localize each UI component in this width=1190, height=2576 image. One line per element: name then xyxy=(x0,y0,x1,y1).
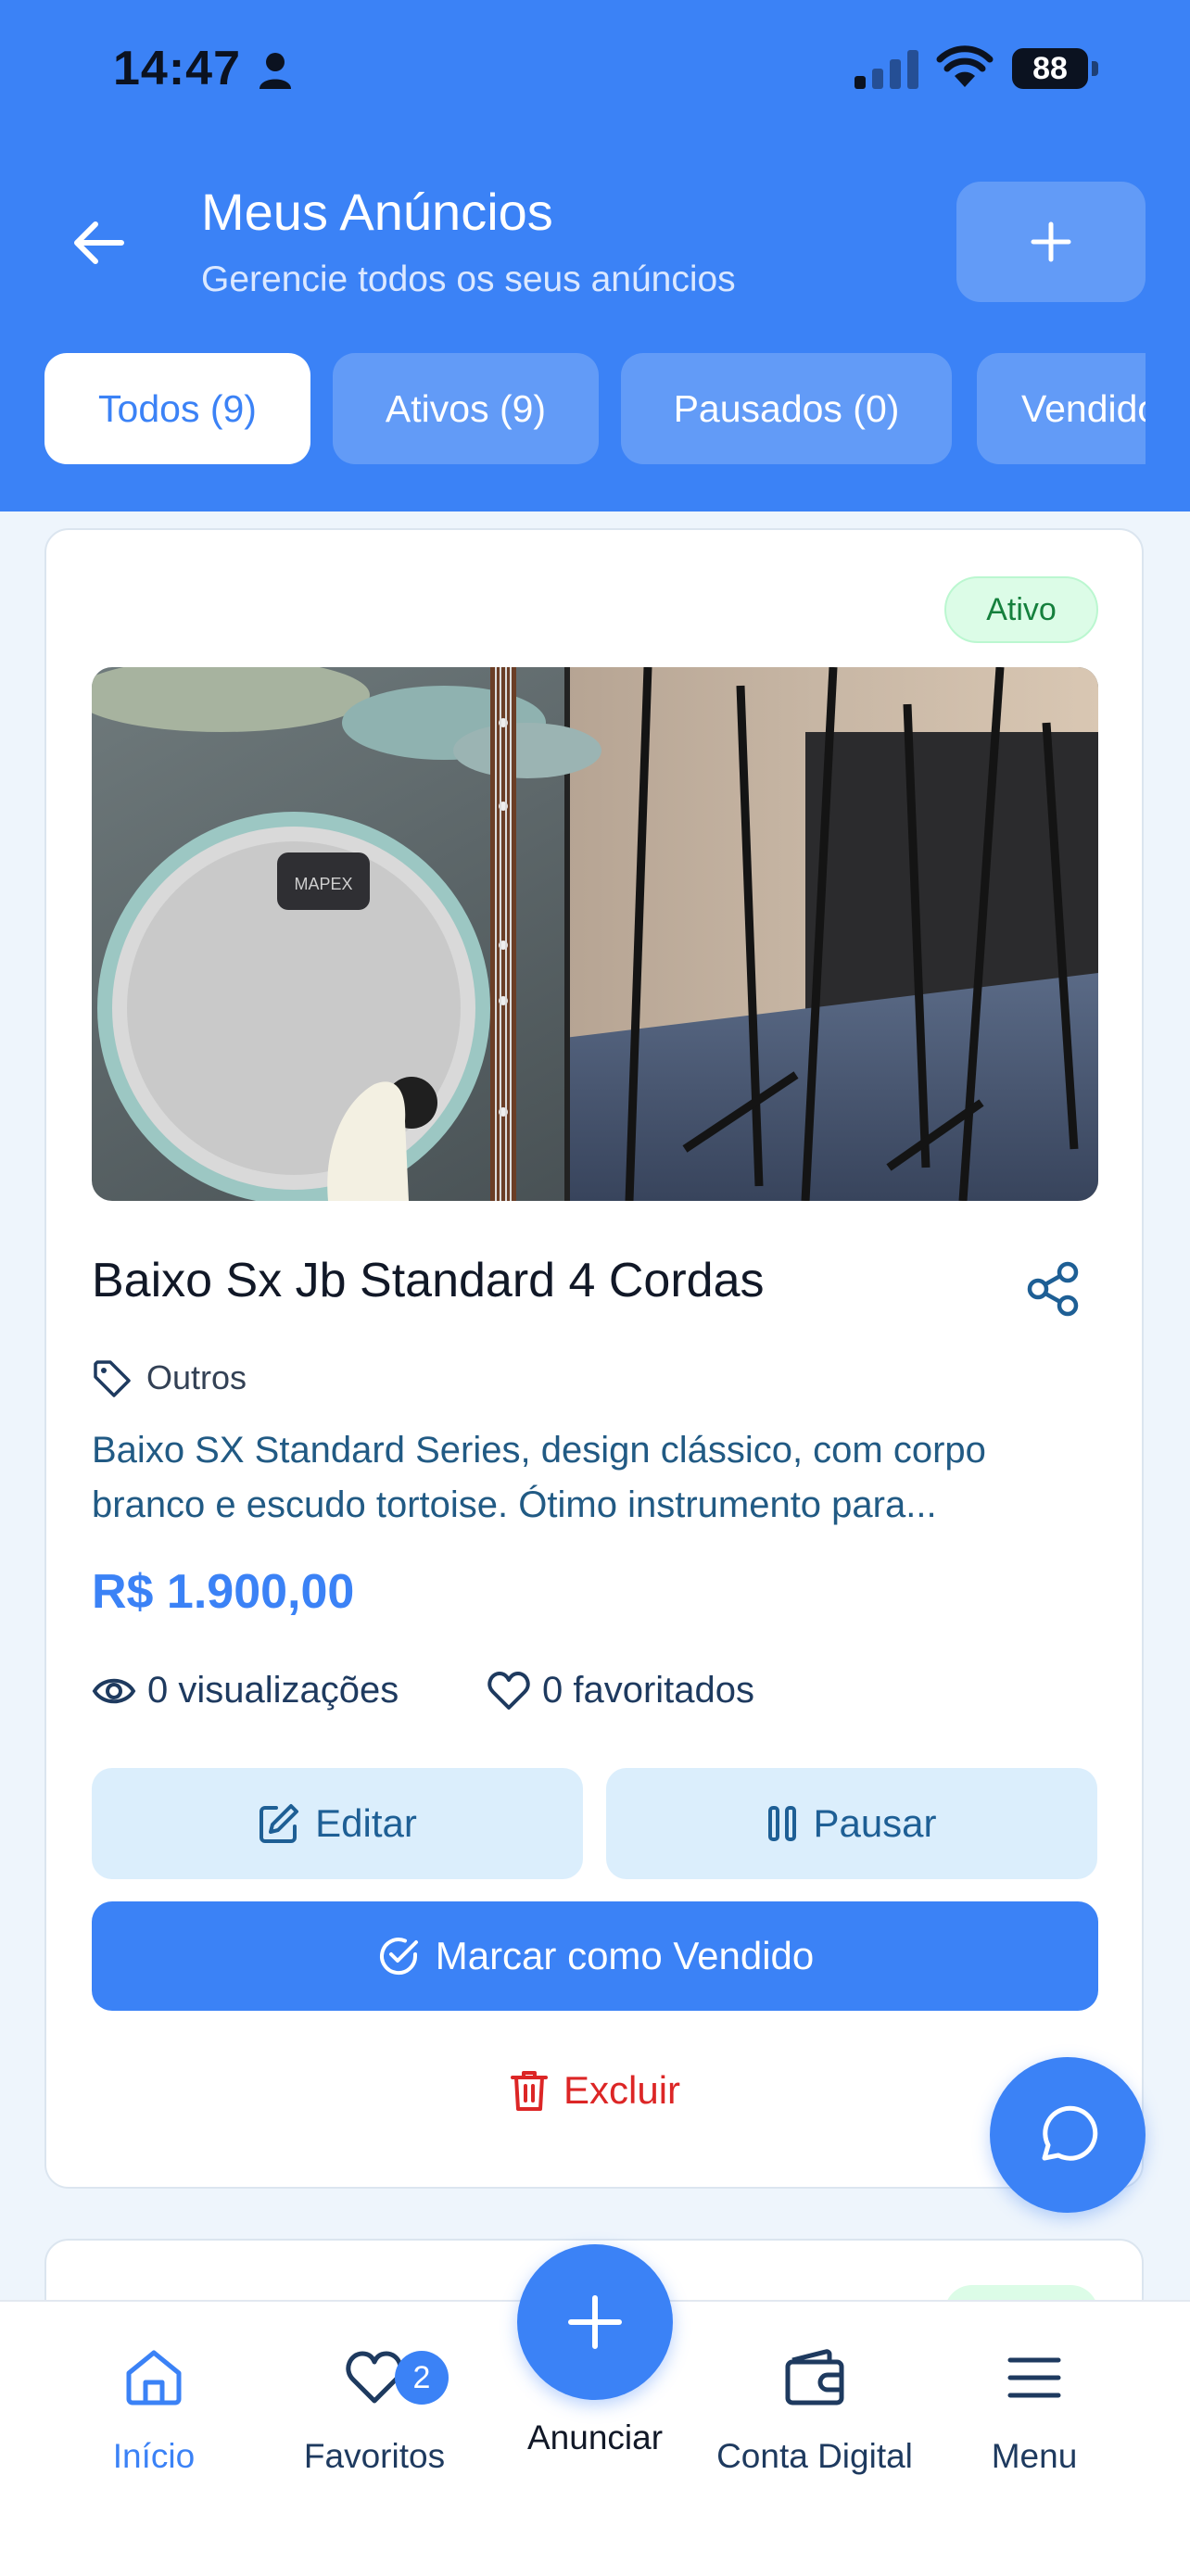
chat-icon xyxy=(1042,2105,1098,2161)
tab-ativos[interactable]: Ativos (9) xyxy=(333,353,599,464)
pause-label: Pausar xyxy=(813,1801,937,1845)
back-button[interactable] xyxy=(61,206,135,280)
arrow-left-icon xyxy=(74,221,124,264)
page-title: Meus Anúncios xyxy=(201,183,553,241)
favorites-count-badge: 2 xyxy=(395,2351,449,2405)
nav-conta-digital[interactable]: Conta Digital xyxy=(713,2335,917,2476)
share-icon[interactable] xyxy=(1025,1260,1082,1318)
plus-icon xyxy=(1031,221,1071,262)
signal-icon xyxy=(855,48,918,89)
home-icon xyxy=(126,2350,182,2406)
announce-button[interactable] xyxy=(517,2244,673,2400)
drum-logo: MAPEX xyxy=(294,875,352,893)
nav-inicio-label: Início xyxy=(112,2437,196,2475)
nav-conta-label: Conta Digital xyxy=(716,2437,913,2475)
filter-tabs: Todos (9) Ativos (9) Pausados (0) Vendid… xyxy=(44,353,1146,464)
status-badge: Ativo xyxy=(944,576,1098,643)
add-listing-button[interactable] xyxy=(956,182,1146,302)
pause-icon xyxy=(768,1806,797,1841)
nav-menu[interactable]: Menu xyxy=(932,2335,1136,2476)
favorites-count: 0 favoritados xyxy=(542,1670,755,1711)
tab-vendidos[interactable]: Vendidos xyxy=(977,353,1146,464)
mark-sold-button[interactable]: Marcar como Vendido xyxy=(92,1901,1098,2011)
edit-label: Editar xyxy=(315,1801,417,1845)
edit-icon xyxy=(260,1804,299,1843)
nav-favoritos[interactable]: 2 Favoritos xyxy=(272,2335,476,2476)
wallet-icon xyxy=(785,2349,844,2406)
battery-indicator: 88 xyxy=(1012,48,1088,89)
chat-button[interactable] xyxy=(990,2057,1146,2213)
menu-icon xyxy=(1007,2357,1061,2398)
nav-menu-label: Menu xyxy=(991,2437,1078,2475)
views-count: 0 visualizações xyxy=(147,1670,399,1711)
eye-icon xyxy=(92,1678,136,1703)
nav-favoritos-icon-wrap: 2 xyxy=(344,2335,449,2420)
wifi-icon xyxy=(936,45,994,87)
delete-button[interactable]: Excluir xyxy=(92,2035,1098,2146)
plus-icon xyxy=(568,2295,622,2349)
status-time: 14:47 xyxy=(113,42,241,95)
listing-description: Baixo SX Standard Series, design clássic… xyxy=(92,1430,986,1525)
nav-inicio-icon-wrap xyxy=(123,2335,184,2420)
person-icon xyxy=(260,53,291,89)
listing-title: Baixo Sx Jb Standard 4 Cordas xyxy=(92,1254,765,1307)
edit-button[interactable]: Editar xyxy=(92,1768,583,1879)
listing-image: MAPEX xyxy=(92,667,1098,1201)
pause-button[interactable]: Pausar xyxy=(606,1768,1097,1879)
delete-label: Excluir xyxy=(563,2068,681,2112)
tab-pausados[interactable]: Pausados (0) xyxy=(621,353,952,464)
tag-icon xyxy=(94,1360,131,1397)
mark-sold-label: Marcar como Vendido xyxy=(435,1934,815,1977)
favorites-stat: 0 favoritados xyxy=(487,1670,754,1711)
nav-anunciar-label[interactable]: Anunciar xyxy=(493,2418,697,2457)
nav-favoritos-label: Favoritos xyxy=(303,2437,446,2475)
trash-icon xyxy=(510,2071,548,2111)
listing-category: Outros xyxy=(146,1358,247,1396)
page-subtitle: Gerencie todos os seus anúncios xyxy=(201,259,736,299)
nav-menu-icon-wrap xyxy=(1006,2335,1062,2420)
heart-icon xyxy=(487,1671,530,1710)
views-stat: 0 visualizações xyxy=(92,1670,399,1711)
nav-conta-icon-wrap xyxy=(783,2335,846,2420)
battery-tip xyxy=(1092,61,1098,76)
nav-inicio[interactable]: Início xyxy=(52,2335,256,2476)
check-circle-icon xyxy=(379,1938,418,1976)
listing-price: R$ 1.900,00 xyxy=(92,1565,355,1619)
tab-todos[interactable]: Todos (9) xyxy=(44,353,310,464)
listing-photo[interactable]: MAPEX xyxy=(92,667,1098,1201)
